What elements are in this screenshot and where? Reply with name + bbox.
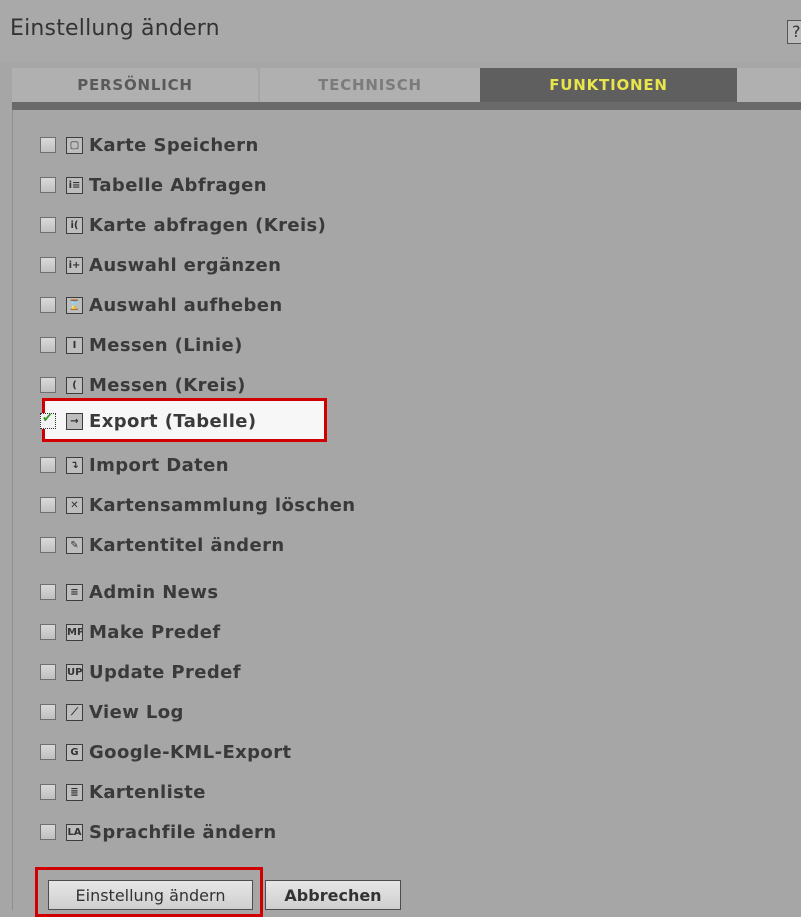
function-checkbox[interactable]: [40, 257, 56, 273]
tab-technisch[interactable]: TECHNISCH: [260, 68, 480, 102]
function-checkbox[interactable]: [40, 664, 56, 680]
function-item[interactable]: ⟋ View Log: [40, 698, 184, 726]
function-checkbox[interactable]: [40, 537, 56, 553]
tab-bar-filler: [737, 68, 801, 102]
function-checkbox[interactable]: [40, 337, 56, 353]
tab-funktionen[interactable]: FUNKTIONEN: [480, 68, 737, 102]
function-label: Kartentitel ändern: [89, 534, 285, 556]
function-label: Export (Tabelle): [89, 410, 257, 432]
function-label: Make Predef: [89, 621, 221, 643]
function-checkbox[interactable]: [40, 297, 56, 313]
function-label: Sprachfile ändern: [89, 821, 277, 843]
function-item[interactable]: LA Sprachfile ändern: [40, 818, 277, 846]
export-icon: →: [66, 412, 83, 430]
function-label: Karte abfragen (Kreis): [89, 214, 327, 236]
function-checkbox[interactable]: [40, 624, 56, 640]
google-kml-icon: G: [66, 743, 83, 761]
measure-line-icon: I: [66, 336, 83, 354]
function-item[interactable]: ≣ Kartenliste: [40, 778, 206, 806]
function-checkbox[interactable]: [40, 457, 56, 473]
function-label: Karte Speichern: [89, 134, 259, 156]
function-label: Import Daten: [89, 454, 229, 476]
table-query-icon: i≡: [66, 176, 83, 194]
tab-persoenlich[interactable]: PERSÖNLICH: [12, 68, 258, 102]
function-item[interactable]: ⌛ Auswahl aufheben: [40, 291, 283, 319]
function-label: Auswahl ergänzen: [89, 254, 282, 276]
function-label: Kartensammlung löschen: [89, 494, 356, 516]
function-label: Tabelle Abfragen: [89, 174, 267, 196]
make-predef-icon: MP: [66, 623, 83, 641]
function-item[interactable]: ✕ Kartensammlung löschen: [40, 491, 355, 519]
function-item[interactable]: i+ Auswahl ergänzen: [40, 251, 281, 279]
import-icon: ↴: [66, 456, 83, 474]
function-label: Admin News: [89, 581, 219, 603]
function-label: View Log: [89, 701, 184, 723]
pencil-icon: ✎: [66, 536, 83, 554]
function-item[interactable]: ↴ Import Daten: [40, 451, 229, 479]
function-item[interactable]: MP Make Predef: [40, 618, 221, 646]
log-chart-icon: ⟋: [66, 703, 83, 721]
function-checkbox[interactable]: [40, 497, 56, 513]
tab-bar: PERSÖNLICH TECHNISCH FUNKTIONEN: [12, 68, 801, 102]
help-button[interactable]: ?: [787, 20, 801, 44]
function-item[interactable]: I Messen (Linie): [40, 331, 243, 359]
dialog-header: Einstellung ändern ?: [0, 0, 801, 62]
save-settings-button[interactable]: Einstellung ändern: [48, 880, 253, 910]
language-icon: LA: [66, 823, 83, 841]
function-checkbox[interactable]: [40, 584, 56, 600]
function-checkbox[interactable]: [40, 784, 56, 800]
function-label: Update Predef: [89, 661, 242, 683]
function-item[interactable]: ✎ Kartentitel ändern: [40, 531, 285, 559]
function-item[interactable]: ≡ Admin News: [40, 578, 218, 606]
function-label: Kartenliste: [89, 781, 206, 803]
measure-circle-icon: (: [66, 376, 83, 394]
save-icon: ▢: [66, 136, 83, 154]
delete-icon: ✕: [66, 496, 83, 514]
cancel-button[interactable]: Abbrechen: [265, 880, 401, 910]
clear-selection-icon: ⌛: [66, 296, 83, 314]
function-checkbox[interactable]: [40, 411, 56, 429]
function-item[interactable]: UP Update Predef: [40, 658, 241, 686]
update-predef-icon: UP: [66, 663, 83, 681]
function-checkbox[interactable]: [40, 217, 56, 233]
function-item[interactable]: → Export (Tabelle): [40, 407, 257, 435]
function-item[interactable]: ▢ Karte Speichern: [40, 131, 259, 159]
function-checkbox[interactable]: [40, 744, 56, 760]
function-item[interactable]: G Google-KML-Export: [40, 738, 291, 766]
function-label: Messen (Kreis): [89, 374, 246, 396]
function-item[interactable]: i≡ Tabelle Abfragen: [40, 171, 267, 199]
function-label: Auswahl aufheben: [89, 294, 283, 316]
function-checkbox[interactable]: [40, 377, 56, 393]
function-item[interactable]: i( Karte abfragen (Kreis): [40, 211, 326, 239]
dialog-title: Einstellung ändern: [10, 16, 220, 41]
function-label: Google-KML-Export: [89, 741, 292, 763]
function-checkbox[interactable]: [40, 137, 56, 153]
function-checkbox[interactable]: [40, 704, 56, 720]
function-label: Messen (Linie): [89, 334, 243, 356]
function-checkbox[interactable]: [40, 177, 56, 193]
function-checkbox[interactable]: [40, 824, 56, 840]
list-icon: ≣: [66, 783, 83, 801]
news-icon: ≡: [66, 583, 83, 601]
add-selection-icon: i+: [66, 256, 83, 274]
tab-underline: [12, 102, 801, 110]
circle-query-icon: i(: [66, 216, 83, 234]
function-item[interactable]: ( Messen (Kreis): [40, 371, 246, 399]
